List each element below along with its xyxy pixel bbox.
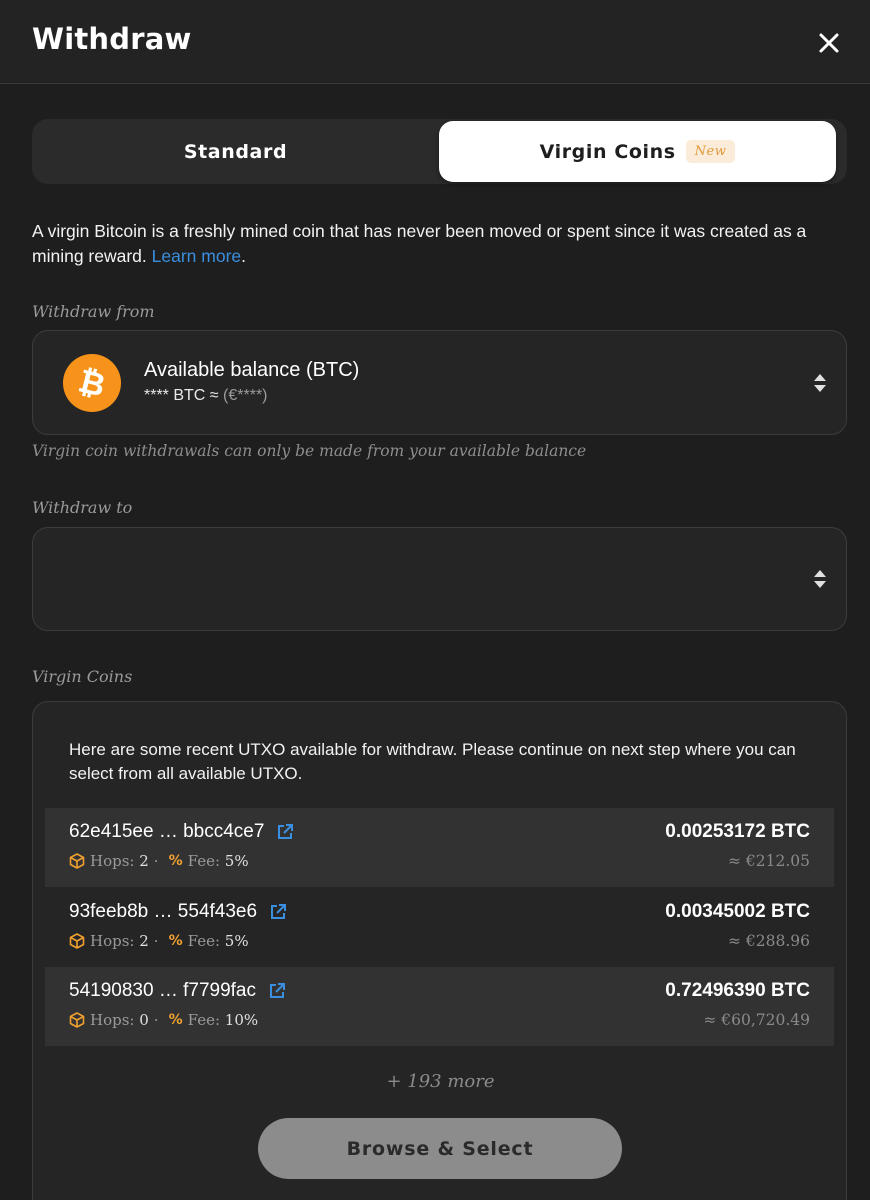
balance-fiat: (€****) [223, 387, 268, 404]
cube-icon [69, 1012, 85, 1028]
tab-standard-label: Standard [183, 140, 288, 163]
hops-value: 0 [139, 1011, 149, 1029]
utxo-meta: Hops: 2 · % Fee: 5% [69, 852, 249, 870]
browse-select-button[interactable]: Browse & Select [258, 1118, 622, 1179]
utxo-amount: 0.00253172 BTC [665, 821, 810, 842]
hops-label: Hops: [90, 852, 135, 870]
description-end: . [241, 246, 247, 266]
learn-more-link[interactable]: Learn more [152, 246, 242, 266]
virgin-coins-label: Virgin Coins [32, 667, 133, 686]
virgin-coins-card: Here are some recent UTXO available for … [32, 701, 847, 1200]
balance-btc: **** BTC ≈ [144, 387, 224, 404]
updown-chevron-icon [814, 570, 826, 588]
fee-label: Fee: [187, 1011, 221, 1029]
utxo-id: 54190830 … f7799fac [69, 980, 286, 1002]
virgin-coins-intro: Here are some recent UTXO available for … [69, 740, 796, 783]
bitcoin-icon: ₿ [63, 354, 121, 412]
utxo-fiat: ≈ €288.96 [727, 932, 810, 950]
separator-dot: · [153, 932, 159, 950]
balance-amount: **** BTC ≈ (€****) [144, 387, 268, 405]
withdraw-type-tabs: Standard Virgin Coins New [32, 119, 847, 184]
utxo-meta: Hops: 2 · % Fee: 5% [69, 932, 249, 950]
tab-virgin-coins[interactable]: Virgin Coins New [439, 121, 836, 182]
withdraw-from-label: Withdraw from [32, 302, 155, 321]
close-button[interactable] [810, 24, 848, 62]
utxo-row[interactable]: 62e415ee … bbcc4ce7 Hops: 2 · % Fee: 5% … [45, 808, 834, 887]
withdraw-to-label: Withdraw to [32, 498, 133, 517]
utxo-meta: Hops: 0 · % Fee: 10% [69, 1011, 258, 1029]
new-badge: New [685, 140, 736, 163]
cube-icon [69, 933, 85, 949]
percent-icon: % [168, 933, 183, 949]
fee-label: Fee: [187, 852, 221, 870]
cube-icon [69, 853, 85, 869]
utxo-fiat: ≈ €212.05 [727, 852, 810, 870]
utxo-id-text: 54190830 … f7799fac [69, 980, 256, 1001]
browse-select-label: Browse & Select [346, 1137, 534, 1160]
utxo-id: 62e415ee … bbcc4ce7 [69, 821, 294, 843]
utxo-id-text: 93feeb8b … 554f43e6 [69, 901, 258, 922]
utxo-amount: 0.72496390 BTC [665, 980, 810, 1001]
utxo-fiat: ≈ €60,720.49 [703, 1011, 810, 1029]
close-icon [819, 33, 839, 53]
percent-icon: % [168, 853, 183, 869]
percent-icon: % [168, 1012, 183, 1028]
external-link-icon[interactable] [269, 903, 287, 921]
tab-virgin-coins-label: Virgin Coins [539, 140, 676, 163]
hops-value: 2 [139, 932, 149, 950]
updown-chevron-icon [814, 373, 826, 392]
balance-title: Available balance (BTC) [144, 359, 360, 381]
utxo-row[interactable]: 54190830 … f7799fac Hops: 0 · % Fee: 10%… [45, 967, 834, 1046]
hops-label: Hops: [90, 932, 135, 950]
external-link-icon[interactable] [268, 982, 286, 1000]
utxo-row[interactable]: 93feeb8b … 554f43e6 Hops: 2 · % Fee: 5% … [45, 888, 834, 967]
withdraw-from-select[interactable]: ₿ Available balance (BTC) **** BTC ≈ (€*… [32, 330, 847, 435]
utxo-id: 93feeb8b … 554f43e6 [69, 901, 287, 923]
modal-title: Withdraw [32, 22, 192, 56]
withdraw-from-helper: Virgin coin withdrawals can only be made… [32, 442, 587, 460]
modal-header: Withdraw [0, 0, 870, 84]
tab-standard[interactable]: Standard [32, 119, 439, 184]
separator-dot: · [153, 852, 159, 870]
hops-label: Hops: [90, 1011, 135, 1029]
fee-value: 5% [224, 852, 249, 870]
virgin-bitcoin-description: A virgin Bitcoin is a freshly mined coin… [32, 219, 847, 269]
utxo-amount: 0.00345002 BTC [665, 901, 810, 922]
fee-value: 10% [224, 1011, 259, 1029]
fee-label: Fee: [187, 932, 221, 950]
hops-value: 2 [139, 852, 149, 870]
fee-value: 5% [224, 932, 249, 950]
external-link-icon[interactable] [276, 823, 294, 841]
utxo-id-text: 62e415ee … bbcc4ce7 [69, 821, 265, 842]
description-text: A virgin Bitcoin is a freshly mined coin… [32, 221, 807, 266]
separator-dot: · [153, 1011, 159, 1029]
more-utxo-count: + 193 more [386, 1071, 495, 1092]
withdraw-to-select[interactable] [32, 527, 847, 631]
